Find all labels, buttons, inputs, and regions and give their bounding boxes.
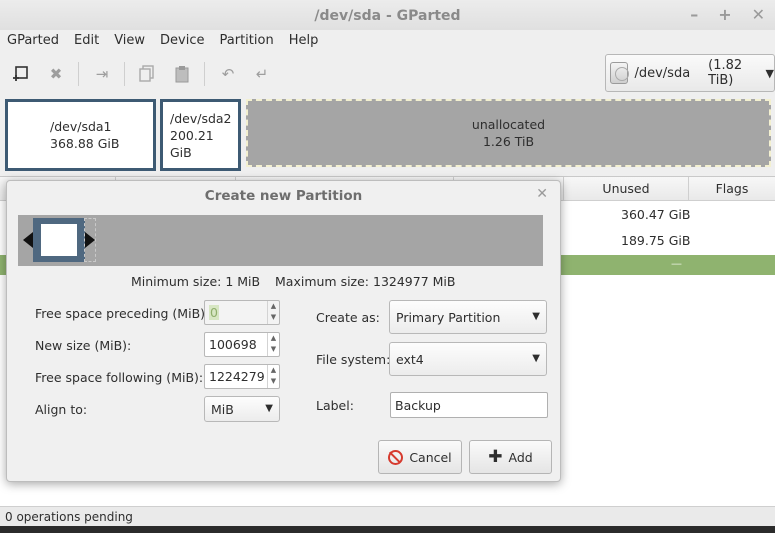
partition-size: 368.88 GiB — [50, 136, 120, 151]
partition-name: /dev/sda1 — [50, 119, 112, 134]
free-preceding-value: 0 — [209, 305, 219, 320]
resize-move-icon[interactable]: ⇥ — [88, 60, 116, 88]
unallocated-label: unallocated — [471, 117, 546, 132]
chevron-down-icon: ▼ — [532, 311, 540, 322]
partition-label-input[interactable]: Backup — [390, 392, 548, 418]
create-as-value: Primary Partition — [396, 310, 501, 325]
partition-name: /dev/sda2 — [170, 110, 232, 126]
add-button[interactable]: ✚ Add — [469, 440, 552, 474]
gparted-window: /dev/sda - GParted – + ✕ GParted Edit Vi… — [0, 0, 775, 533]
file-system-label: File system: — [316, 352, 391, 367]
free-following-value: 1224279 — [209, 369, 265, 384]
spin-arrows-icon[interactable]: ▲ ▼ — [267, 301, 279, 324]
dialog-title: Create new Partition — [204, 188, 363, 204]
new-size-label: New size (MiB): — [35, 338, 132, 353]
slider-ghost-region — [84, 218, 96, 262]
plus-icon: ✚ — [488, 447, 503, 467]
cell-unused: 360.47 GiB — [621, 207, 691, 222]
free-preceding-label: Free space preceding (MiB): — [35, 306, 210, 321]
column-header-flags[interactable]: Flags — [689, 177, 775, 201]
cancel-icon — [388, 449, 404, 465]
partition-block-sda1[interactable]: /dev/sda1 368.88 GiB — [5, 99, 156, 171]
window-controls: – + ✕ — [690, 0, 765, 30]
device-selector[interactable]: /dev/sda (1.82 TiB) ▼ — [605, 54, 775, 92]
close-window-button[interactable]: ✕ — [752, 0, 765, 31]
create-as-label: Create as: — [316, 310, 380, 325]
toolbar-separator — [78, 62, 79, 86]
apply-icon[interactable]: ↵ — [248, 60, 276, 88]
device-size: (1.82 TiB) — [708, 58, 743, 88]
chevron-down-icon: ▼ — [265, 403, 273, 414]
align-to-label: Align to: — [35, 402, 88, 417]
disk-map: /dev/sda1 368.88 GiB /dev/sda2 200.21 Gi… — [0, 96, 775, 176]
maximum-size-label: Maximum size: 1324977 MiB — [275, 274, 456, 289]
new-partition-handle[interactable] — [33, 218, 85, 262]
free-following-label: Free space following (MiB): — [35, 370, 204, 385]
align-to-value: MiB — [211, 402, 234, 417]
new-partition-icon[interactable] — [6, 60, 34, 88]
free-following-spinbox[interactable]: 1224279 ▲ ▼ — [204, 364, 280, 389]
undo-icon[interactable]: ↶ — [214, 60, 242, 88]
maximize-button[interactable]: + — [718, 0, 731, 31]
file-system-select[interactable]: ext4 ▼ — [389, 342, 547, 376]
partition-label-label: Label: — [316, 398, 354, 413]
spin-arrows-icon[interactable]: ▲ ▼ — [267, 365, 279, 388]
delete-icon[interactable]: ✖ — [42, 60, 70, 88]
menu-partition[interactable]: Partition — [213, 33, 282, 48]
menu-help[interactable]: Help — [282, 33, 327, 48]
paste-icon[interactable] — [168, 60, 196, 88]
chevron-down-icon: ▼ — [765, 66, 774, 80]
cancel-button[interactable]: Cancel — [378, 440, 462, 474]
new-size-value: 100698 — [209, 337, 257, 352]
file-system-value: ext4 — [396, 352, 424, 367]
menu-bar: GParted Edit View Device Partition Help — [0, 30, 775, 50]
title-bar: /dev/sda - GParted – + ✕ — [0, 0, 775, 30]
toolbar-separator — [204, 62, 205, 86]
chevron-down-icon: ▼ — [532, 353, 540, 364]
menu-view[interactable]: View — [107, 33, 153, 48]
add-button-label: Add — [508, 449, 533, 465]
unallocated-size: 1.26 TiB — [482, 134, 535, 149]
status-text: 0 operations pending — [5, 510, 133, 524]
menu-device[interactable]: Device — [153, 33, 212, 48]
spin-arrows-icon[interactable]: ▲ ▼ — [267, 333, 279, 356]
minimum-size-label: Minimum size: 1 MiB — [131, 274, 261, 289]
free-preceding-spinbox[interactable]: 0 ▲ ▼ — [204, 300, 280, 325]
column-header-unused[interactable]: Unused — [564, 177, 689, 201]
toolbar-separator — [124, 62, 125, 86]
row-marker: — — [671, 257, 682, 270]
create-partition-dialog: Create new Partition ✕ Minimum size: 1 M… — [6, 180, 561, 482]
minimize-button[interactable]: – — [690, 0, 698, 31]
create-as-select[interactable]: Primary Partition ▼ — [389, 300, 547, 334]
background-terminal — [0, 526, 775, 533]
align-to-select[interactable]: MiB ▼ — [204, 396, 280, 422]
menu-edit[interactable]: Edit — [67, 33, 107, 48]
unallocated-block[interactable]: unallocated 1.26 TiB — [246, 99, 771, 167]
partition-block-sda2[interactable]: /dev/sda2 200.21 GiB — [160, 99, 241, 171]
partition-label-value: Backup — [395, 398, 441, 413]
new-size-spinbox[interactable]: 100698 ▲ ▼ — [204, 332, 280, 357]
menu-gparted[interactable]: GParted — [0, 33, 67, 48]
partition-size-slider[interactable] — [18, 215, 543, 266]
hard-disk-icon — [610, 62, 630, 84]
status-bar: 0 operations pending — [0, 506, 775, 526]
window-title: /dev/sda - GParted — [314, 8, 461, 24]
copy-icon[interactable] — [133, 60, 161, 88]
close-icon[interactable]: ✕ — [536, 186, 548, 202]
partition-size: 200.21 GiB — [170, 127, 214, 160]
cell-unused: 189.75 GiB — [621, 233, 691, 248]
cancel-button-label: Cancel — [409, 449, 452, 465]
device-name: /dev/sda — [634, 65, 691, 81]
resize-left-arrow-icon[interactable] — [23, 232, 33, 248]
